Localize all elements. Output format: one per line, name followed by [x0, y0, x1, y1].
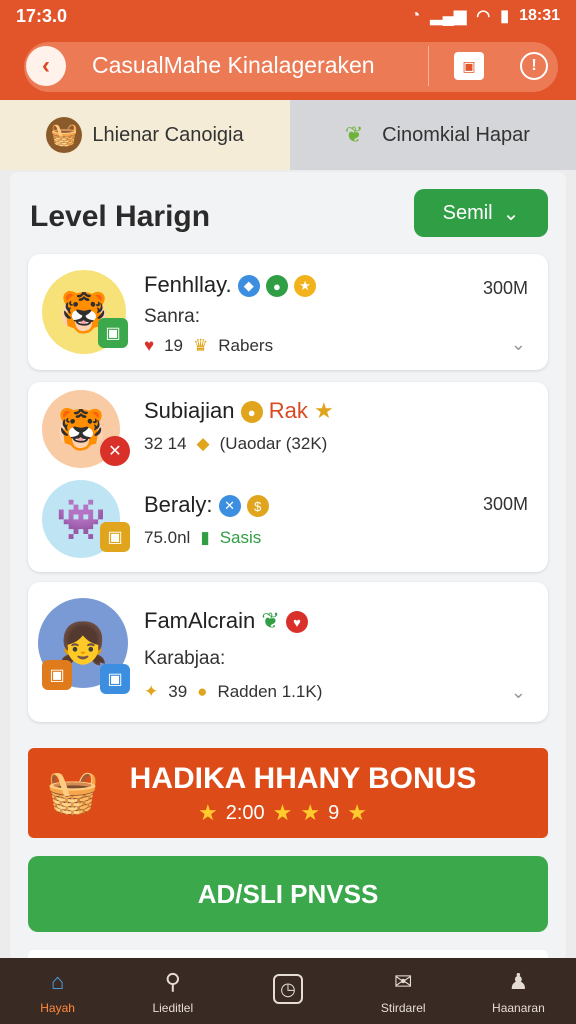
nav-label: Lieditlel — [152, 1001, 194, 1015]
player-detail: (Uaodar (32K) — [219, 434, 328, 453]
leaf-icon: ❦ — [261, 608, 280, 633]
nav-label: Stirdarel — [380, 1001, 426, 1015]
clock-icon: ◷ — [273, 974, 303, 1004]
tab-bar: 🧺 Lhienar Canoigia ❦ Cinomkial Hapar — [0, 100, 576, 170]
bonus-title: HADIKA HHANY BONUS — [129, 762, 477, 795]
nav-label: Hayah — [40, 1001, 75, 1015]
person-icon: ♟ — [508, 969, 529, 994]
chat-icon: ✉ — [393, 969, 413, 994]
nav-chat[interactable]: ✉ Stirdarel — [346, 958, 461, 1024]
coin-icon: ● — [197, 682, 208, 701]
star-icon: ★ — [300, 800, 321, 825]
coin-icon: $ — [246, 495, 269, 518]
bottom-nav: ⌂ Hayah ⚲ Lieditlel ◷ ✉ Stirdarel ♟ Haan… — [0, 958, 576, 1024]
verified-icon: ◆ — [237, 275, 260, 298]
player-tag: Rabers — [218, 336, 274, 355]
player-meta: 32 14 ◆ (Uaodar (32K) — [144, 434, 327, 454]
send-label: Semil — [442, 201, 493, 224]
player-tag: Sasis — [219, 528, 262, 547]
nav-home[interactable]: ⌂ Hayah — [0, 958, 115, 1024]
diamond-icon: ◆ — [196, 434, 210, 453]
tab-cinomkial[interactable]: ❦ Cinomkial Hapar — [290, 100, 576, 170]
gift-icon: ▣ — [98, 318, 128, 348]
nav-label: Haanaran — [492, 1001, 545, 1015]
coin-icon: ● — [240, 401, 263, 424]
likes-count: 19 — [164, 336, 184, 355]
heart-badge-icon: ♥ — [285, 611, 308, 634]
gift-icon: ▣ — [42, 660, 72, 690]
tab-lhienar[interactable]: 🧺 Lhienar Canoigia — [0, 100, 290, 170]
gift-icon: ▣ — [100, 522, 130, 552]
bonus-banner[interactable]: 🧺 HADIKA HHANY BONUS ★ 2:00 ★ ★ 9 ★ — [28, 748, 548, 838]
nav-clock[interactable]: ◷ — [230, 958, 345, 1024]
status-time-left: 17:3.0 — [16, 5, 68, 26]
wifi-icon: ◠ — [476, 8, 491, 25]
nav-profile[interactable]: ♟ Haanaran — [461, 958, 576, 1024]
alarm-icon: ◔ — [410, 7, 421, 24]
app-title: CasualMahe Kinalageraken — [92, 52, 375, 78]
chat-bubble-icon: ● — [265, 275, 288, 298]
battery-icon: ▮ — [500, 8, 510, 25]
basket-icon: 🧺 — [46, 117, 83, 153]
leaf-icon: ❦ — [344, 122, 364, 147]
player-amount: 300M — [482, 494, 528, 514]
level-panel: Level Harign Semil ⌄ 🐯 ▣ Fenhllay. ◆ ● ★… — [10, 172, 566, 962]
star-icon: ★ — [198, 800, 218, 825]
nav-search[interactable]: ⚲ Lieditlel — [115, 958, 230, 1024]
chevron-down-icon: ⌄ — [502, 202, 520, 225]
arrows-icon: ✦ — [144, 682, 159, 701]
bonus-reward: ★ 2:00 ★ ★ 9 ★ — [198, 800, 367, 826]
divider — [428, 46, 429, 86]
close-badge-icon: ✕ — [100, 436, 130, 466]
send-button[interactable]: Semil ⌄ — [414, 189, 548, 237]
player-card[interactable]: 🐯 ✕ Subiajian ● Rak ★ 32 14 ◆ (Uaodar (3… — [28, 382, 548, 572]
back-button[interactable]: ‹ — [26, 46, 66, 86]
player-meta: ♥ 19 ♛ Rabers — [144, 336, 273, 356]
player-name: FamAlcrain ❦ ♥ — [144, 608, 308, 634]
heart-icon: ♥ — [144, 336, 155, 355]
tab-label: Lhienar Canoigia — [92, 123, 244, 146]
player-subtitle: Karabjaa: — [144, 648, 226, 669]
chevron-down-icon[interactable]: ⌄ — [511, 682, 526, 703]
status-icons: ◔ ▂▄▆ ◠ ▮ 18:31 — [411, 6, 560, 26]
status-time-right: 18:31 — [519, 7, 560, 24]
bonus-extra: 9 — [328, 801, 340, 824]
close-icon: ✕ — [218, 495, 241, 518]
search-icon: ⚲ — [164, 969, 181, 994]
gift-icon: ▣ — [100, 664, 130, 694]
player-rank: Rak — [268, 398, 308, 423]
status-bar: 17:3.0 ◔ ▂▄▆ ◠ ▮ 18:31 — [0, 0, 576, 32]
player-amount: 300M — [482, 278, 528, 298]
player-name: Fenhllay. ◆ ● ★ — [144, 272, 317, 298]
home-icon: ⌂ — [50, 969, 65, 994]
star-icon: ★ — [272, 800, 293, 825]
chevron-down-icon[interactable]: ⌄ — [511, 334, 526, 355]
signal-icon: ▂▄▆ — [430, 8, 467, 25]
star-badge-icon: ★ — [294, 275, 317, 298]
info-button[interactable]: ! — [520, 52, 548, 80]
player-meta: 75.0nl ▮ Sasis — [144, 528, 261, 548]
level-title: Level Harign — [30, 200, 211, 233]
star-icon: ★ — [347, 800, 367, 825]
image-icon[interactable]: ▣ — [454, 52, 484, 80]
player-card[interactable]: 👧 ▣ ▣ FamAlcrain ❦ ♥ Karabjaa: ✦ 39 ● Ra… — [28, 582, 548, 722]
bonus-value: 2:00 — [225, 801, 265, 824]
tab-label: Cinomkial Hapar — [382, 123, 530, 146]
player-name: Subiajian ● Rak ★ — [144, 398, 334, 424]
bars-icon: ▮ — [200, 528, 210, 547]
player-meta: ✦ 39 ● Radden 1.1K) — [144, 682, 322, 702]
star-icon: ★ — [314, 398, 334, 423]
app-bar: ‹ CasualMahe Kinalageraken ▣ ! — [0, 32, 576, 100]
player-count: 39 — [168, 682, 188, 701]
player-count: 32 14 — [144, 434, 187, 453]
player-subtitle: Sanra: — [144, 306, 200, 327]
player-name: Beraly: ✕ $ — [144, 492, 269, 518]
player-count: 75.0nl — [144, 528, 191, 547]
player-card[interactable]: 🐯 ▣ Fenhllay. ◆ ● ★ Sanra: ♥ 19 ♛ Rabers… — [28, 254, 548, 370]
crown-icon: ♛ — [193, 336, 209, 355]
player-detail: Radden 1.1K) — [217, 682, 323, 701]
pass-button[interactable]: AD/SLI PNVSS — [28, 856, 548, 932]
